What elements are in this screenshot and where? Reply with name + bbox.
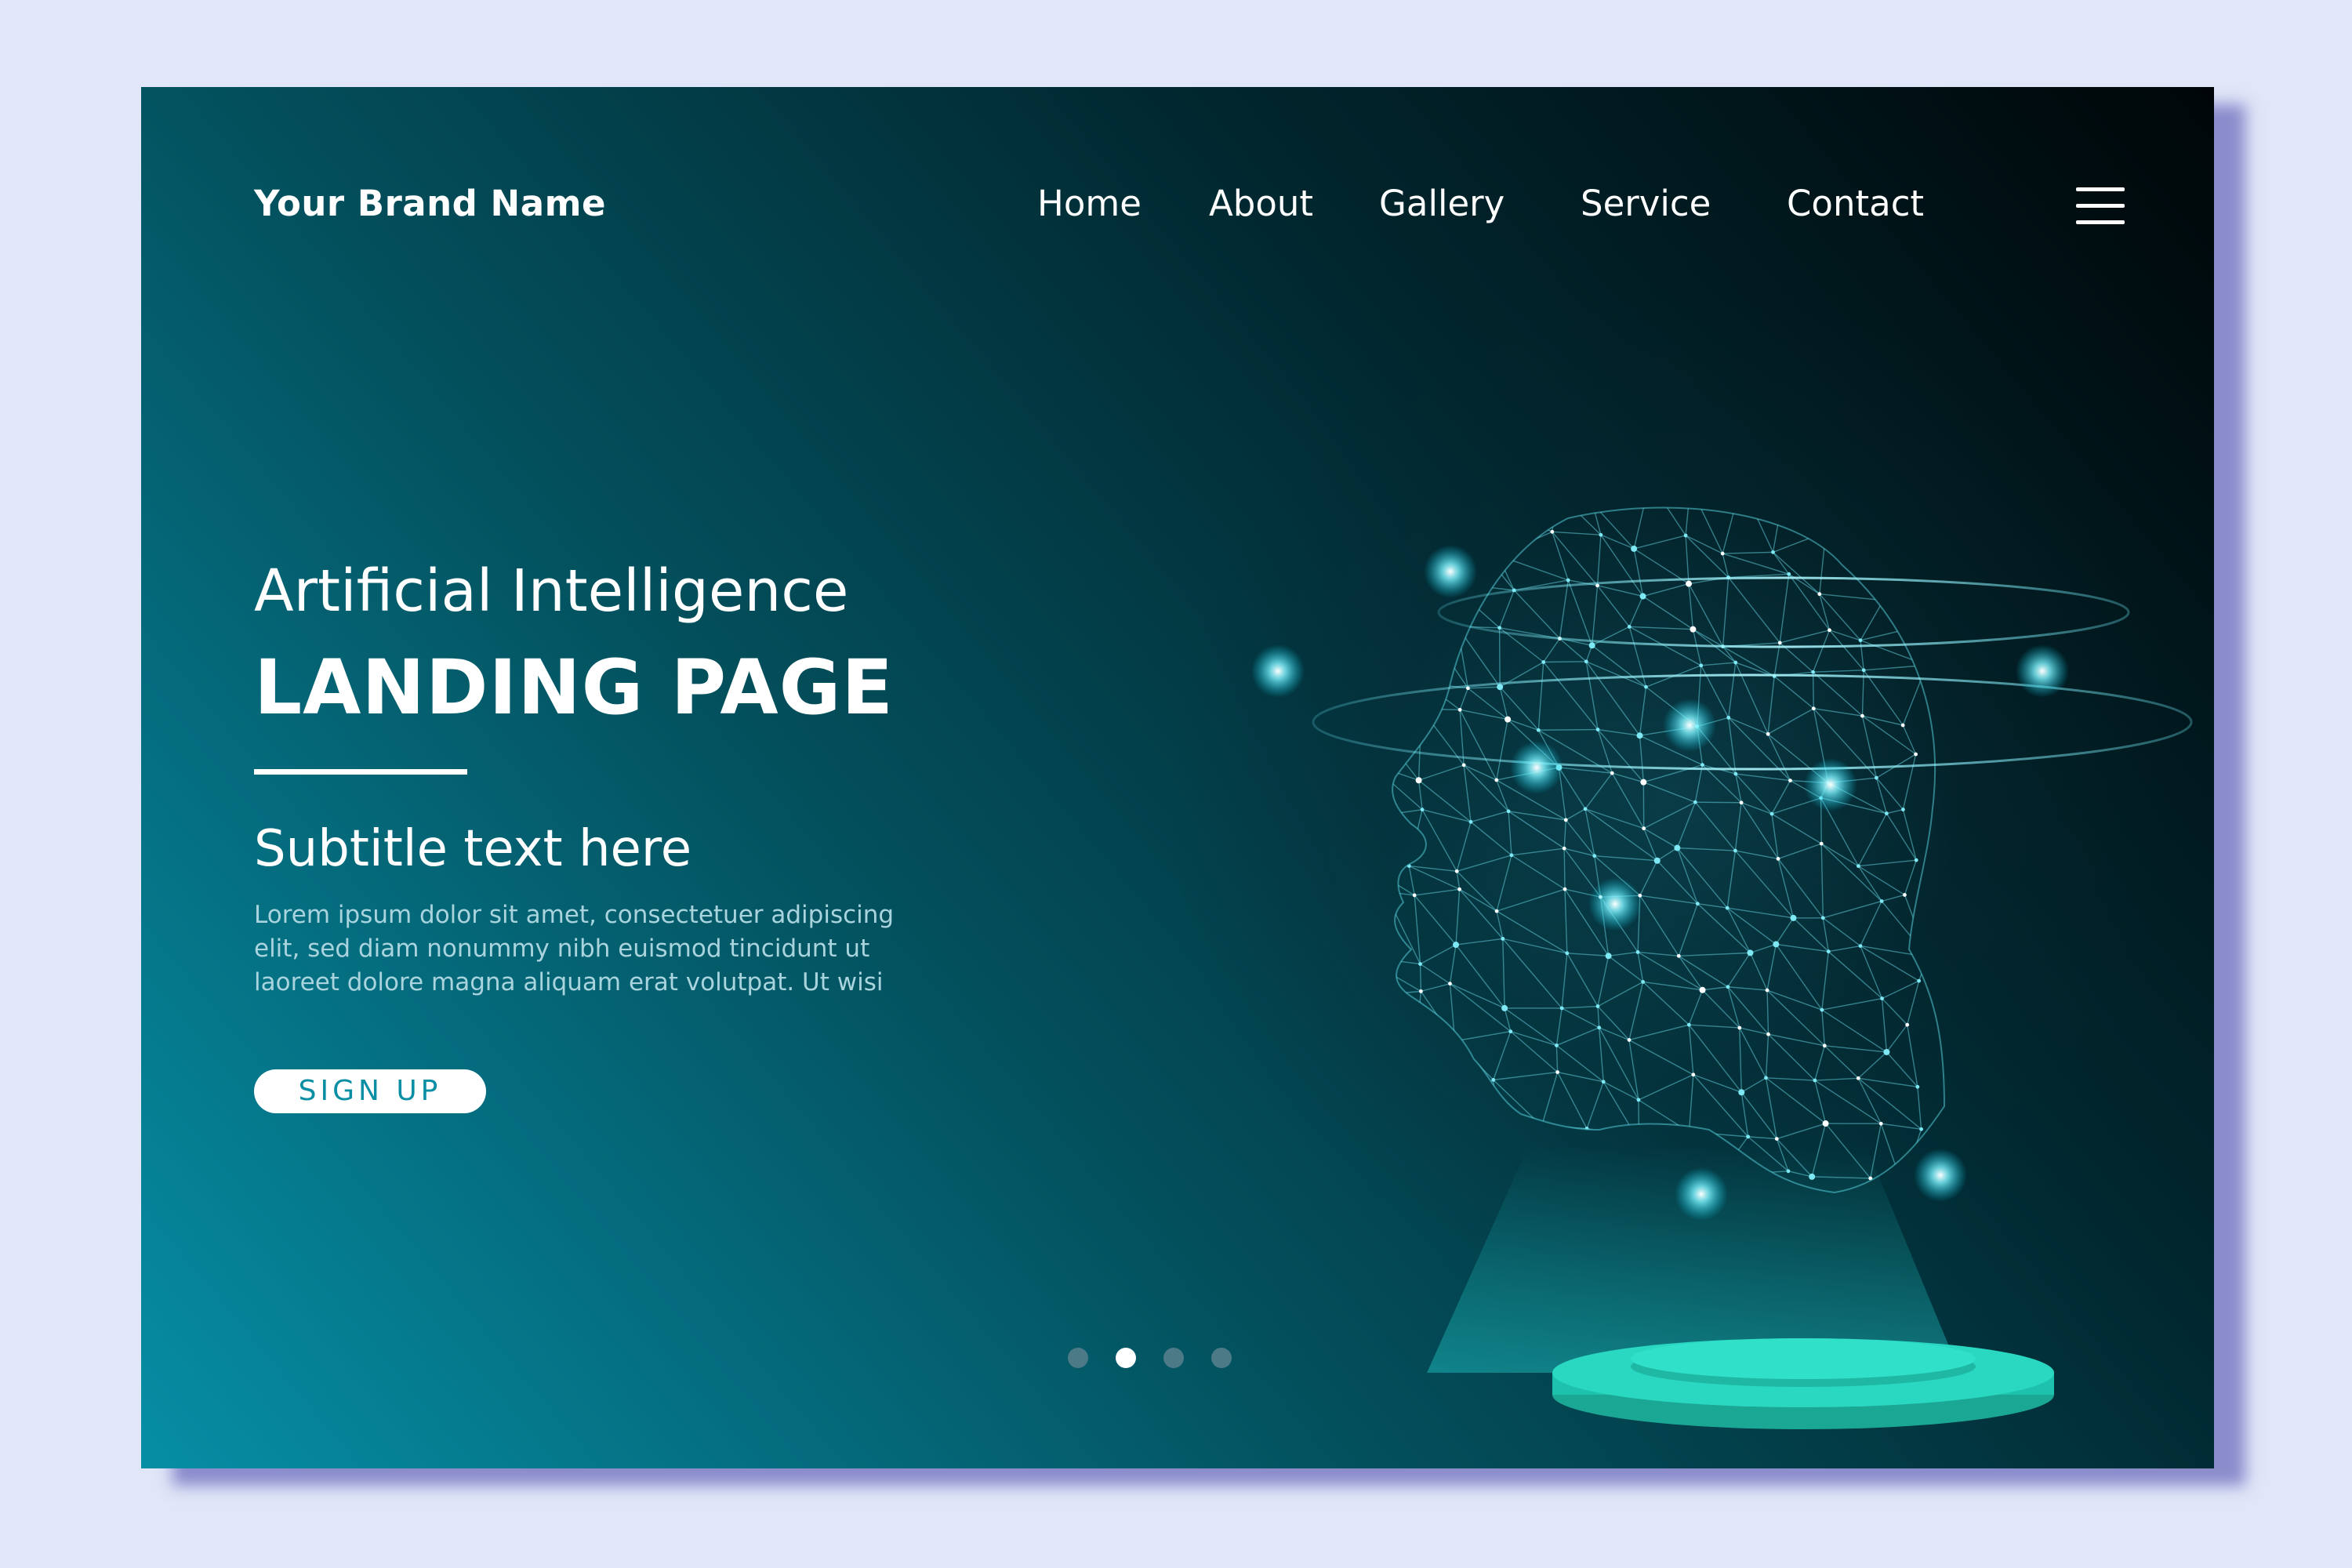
- glow-spark: [1663, 699, 1716, 752]
- carousel-dot[interactable]: [1068, 1348, 1088, 1368]
- nav-gallery[interactable]: Gallery: [1379, 183, 1504, 224]
- hero-title-line2: LANDING PAGE: [254, 644, 894, 731]
- page-background: Your Brand Name Home About Gallery Servi…: [0, 0, 2352, 1568]
- hamburger-menu-icon[interactable]: [2076, 187, 2125, 225]
- brand-name[interactable]: Your Brand Name: [254, 183, 606, 224]
- nav-about[interactable]: About: [1209, 183, 1313, 224]
- title-divider: [254, 769, 467, 775]
- carousel-dot[interactable]: [1116, 1348, 1136, 1368]
- pedestal: [1552, 1338, 2054, 1429]
- hero-subtitle: Subtitle text here: [254, 820, 692, 878]
- glow-spark: [1914, 1149, 1967, 1202]
- glow-spark: [1251, 644, 1305, 698]
- glow-spark: [1510, 741, 1563, 794]
- nav-home[interactable]: Home: [1037, 183, 1142, 224]
- landing-page-card: Your Brand Name Home About Gallery Servi…: [141, 87, 2214, 1468]
- glow-spark: [1804, 758, 1857, 811]
- nav-contact[interactable]: Contact: [1787, 183, 1924, 224]
- glow-spark: [1588, 877, 1642, 931]
- sign-up-button[interactable]: SIGN UP: [254, 1069, 486, 1113]
- glow-spark: [2016, 644, 2069, 698]
- hero-title-line1: Artificial Intelligence: [254, 557, 849, 625]
- polygon-head-hologram-icon: [1251, 506, 2193, 1429]
- hero-body-text: Lorem ipsum dolor sit amet, consectetuer…: [254, 901, 895, 996]
- glow-spark: [1675, 1167, 1728, 1221]
- nav-service[interactable]: Service: [1581, 183, 1711, 224]
- glow-spark: [1424, 545, 1477, 598]
